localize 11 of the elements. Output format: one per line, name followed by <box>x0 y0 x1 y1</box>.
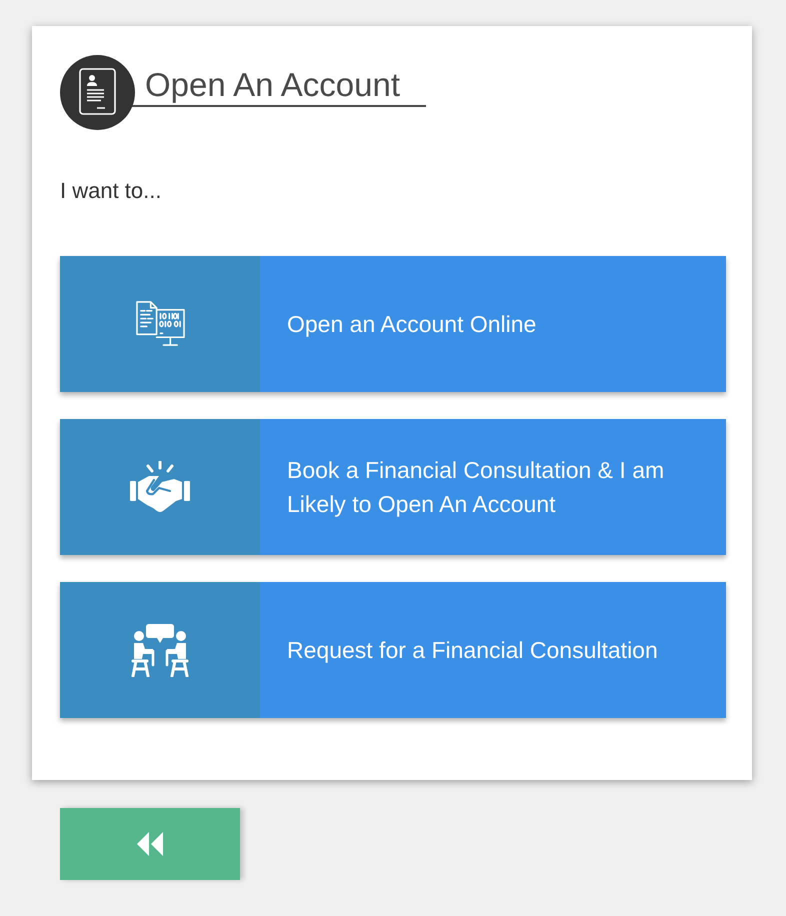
option-button[interactable]: Open an Account Online <box>60 256 726 392</box>
meeting-people-icon <box>131 623 189 677</box>
computer-document-icon <box>134 300 186 348</box>
option-button[interactable]: Request for a Financial Consultation <box>60 582 726 718</box>
prompt-text: I want to... <box>60 178 162 204</box>
handshake-icon <box>129 461 191 513</box>
page-title: Open An Account <box>131 65 426 107</box>
double-chevron-left-icon <box>137 832 163 856</box>
document-person-icon <box>60 55 135 130</box>
back-button[interactable] <box>60 808 240 880</box>
option-button[interactable]: Book a Financial Consultation & I am Likely to Open An Account <box>60 419 726 555</box>
